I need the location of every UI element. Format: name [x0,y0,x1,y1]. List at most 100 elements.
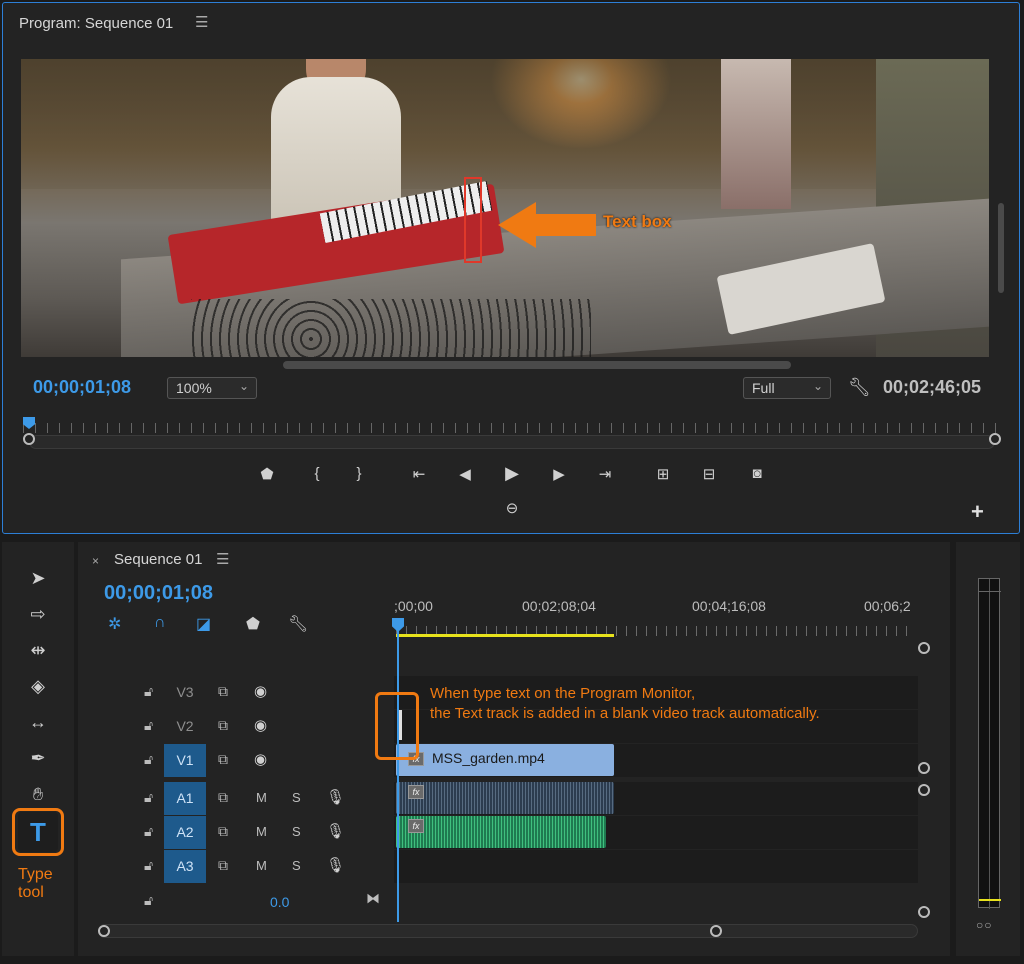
solo-button[interactable]: S [292,858,301,873]
ruler-label-3: 00;06;2 [864,598,911,614]
solo-button[interactable]: S [292,824,301,839]
track-a3: 🔓︎ A3 ⧉ M S 🎙︎ [78,850,918,883]
clip-v1[interactable]: fx MSS_garden.mp4 [396,744,614,776]
sync-lock-icon[interactable]: ⧉ [218,717,228,734]
zoom-scroll-handle-left[interactable] [23,433,35,445]
ruler-label-1: 00;02;08;04 [522,598,596,614]
sequence-tab-title[interactable]: Sequence 01 [114,551,202,568]
close-icon[interactable]: × [92,554,99,568]
microphone-icon[interactable]: 🎙︎ [326,788,345,806]
audio-scroll-handle-bottom[interactable] [918,906,930,918]
tools-panel: ➤ ⇨ ⇹ ◈ ↔ ✒ ✋︎ T Type tool [2,542,74,956]
sync-lock-icon[interactable]: ⧉ [218,857,228,874]
eye-icon[interactable]: ◉ [254,750,267,768]
track-header: 🔓︎ V3 ⧉ ◉ [78,676,394,709]
track-name[interactable]: A2 [164,816,206,849]
linked-selection-icon[interactable]: ◪ [196,614,211,634]
track-name[interactable]: V2 [164,710,206,743]
slip-tool-icon[interactable]: ↔ [24,712,52,738]
ruler-label-2: 00;04;16;08 [692,598,766,614]
lift-icon[interactable]: ⊞ [651,465,675,483]
lock-icon[interactable]: 🔓︎ [144,751,153,768]
play-icon[interactable]: ▶︎ [500,463,524,484]
step-forward-icon[interactable]: ▶︎ [547,465,571,483]
monitor-horizontal-scrollbar[interactable] [283,361,791,369]
sync-lock-icon[interactable]: ⧉ [218,789,228,806]
add-marker-icon[interactable]: ⬟ [255,465,279,483]
selection-tool-icon[interactable]: ➤ [24,568,52,594]
clip-a1-audio[interactable]: fx [396,782,614,814]
microphone-icon[interactable]: 🎙︎ [326,822,345,840]
go-to-end-bowtie-icon[interactable]: ⧓ [366,890,380,907]
zoom-level-value: 100% [176,380,212,396]
track-select-tool-icon[interactable]: ⇨ [24,604,52,630]
ripple-edit-tool-icon[interactable]: ⇹ [24,640,52,666]
work-area-bar[interactable] [396,634,614,637]
zoom-level-select[interactable]: 100% ⌄ [167,377,257,399]
audio-meter [978,578,1001,909]
timeline-scroll-handle-right[interactable] [710,925,722,937]
audio-meters-panel: ○○ [956,542,1020,956]
master-volume-value[interactable]: 0.0 [270,894,289,910]
go-to-out-icon[interactable]: ⇥ [593,465,617,483]
video-scroll-handle-bottom[interactable] [918,762,930,774]
text-box-outline[interactable] [464,177,482,263]
hand-tool-icon[interactable]: ✋︎ [24,784,52,810]
export-frame-camera-icon[interactable]: ◙ [745,465,769,482]
solo-button[interactable]: S [292,790,301,805]
type-tool-icon[interactable]: T [18,812,58,852]
snap-magnet-icon[interactable]: ∩ [154,614,166,632]
razor-tool-icon[interactable]: ◈ [24,676,52,702]
step-back-icon[interactable]: ◀︎ [453,465,477,483]
vr-video-icon[interactable]: ⊖ [500,499,524,517]
mute-button[interactable]: M [256,858,267,873]
clip-name: MSS_garden.mp4 [432,750,545,766]
track-name[interactable]: V3 [164,676,206,709]
lock-icon[interactable]: 🔓︎ [144,823,153,840]
button-editor-plus-icon[interactable]: + [971,499,984,525]
meter-level [979,899,1001,901]
monitor-zoom-scrollbar[interactable] [29,435,995,449]
sync-lock-icon[interactable]: ⧉ [218,751,228,768]
timeline-zoom-scrollbar[interactable] [98,924,918,938]
meter-solo-buttons[interactable]: ○○ [976,918,993,932]
playback-resolution-select[interactable]: Full ⌄ [743,377,831,399]
timeline-settings-wrench-icon[interactable]: 🔧︎ [288,614,308,634]
pen-tool-icon[interactable]: ✒ [24,748,52,774]
add-marker-icon[interactable]: ⬟ [246,614,260,634]
track-name[interactable]: A1 [164,782,206,815]
lock-icon[interactable]: 🔓︎ [144,717,153,734]
mark-in-icon[interactable]: { [305,465,329,482]
eye-icon[interactable]: ◉ [254,682,267,700]
sync-lock-icon[interactable]: ⧉ [218,683,228,700]
mute-button[interactable]: M [256,790,267,805]
settings-wrench-icon[interactable]: 🔧︎ [848,377,871,398]
zoom-scroll-handle-right[interactable] [989,433,1001,445]
mark-out-icon[interactable]: } [347,465,371,482]
lock-icon[interactable]: 🔓︎ [144,857,153,874]
lock-icon[interactable]: 🔓︎ [144,683,153,700]
audio-scroll-handle-top[interactable] [918,784,930,796]
video-person-right [721,59,791,209]
timeline-scroll-handle-left[interactable] [98,925,110,937]
sync-lock-icon[interactable]: ⧉ [218,823,228,840]
lock-icon[interactable]: 🔓︎ [144,892,153,909]
track-name[interactable]: A3 [164,850,206,883]
go-to-in-icon[interactable]: ⇤ [407,465,431,483]
video-scroll-handle-top[interactable] [918,642,930,654]
track-name[interactable]: V1 [164,744,206,777]
playhead-timecode[interactable]: 00;00;01;08 [33,377,131,398]
timeline-timecode[interactable]: 00;00;01;08 [104,582,213,605]
clip-a2-audio[interactable]: fx [396,816,606,848]
extract-icon[interactable]: ⊟ [697,465,721,483]
monitor-vertical-scrollbar[interactable] [998,203,1004,293]
mute-button[interactable]: M [256,824,267,839]
panel-menu-icon[interactable]: ☰ [195,13,208,31]
microphone-icon[interactable]: 🎙︎ [326,856,345,874]
nest-toggle-icon[interactable]: ✲ [108,614,121,634]
lock-icon[interactable]: 🔓︎ [144,789,153,806]
panel-menu-icon[interactable]: ☰ [216,550,229,568]
program-video-frame[interactable]: Text box [21,59,989,357]
eye-icon[interactable]: ◉ [254,716,267,734]
track-body[interactable] [394,850,918,883]
